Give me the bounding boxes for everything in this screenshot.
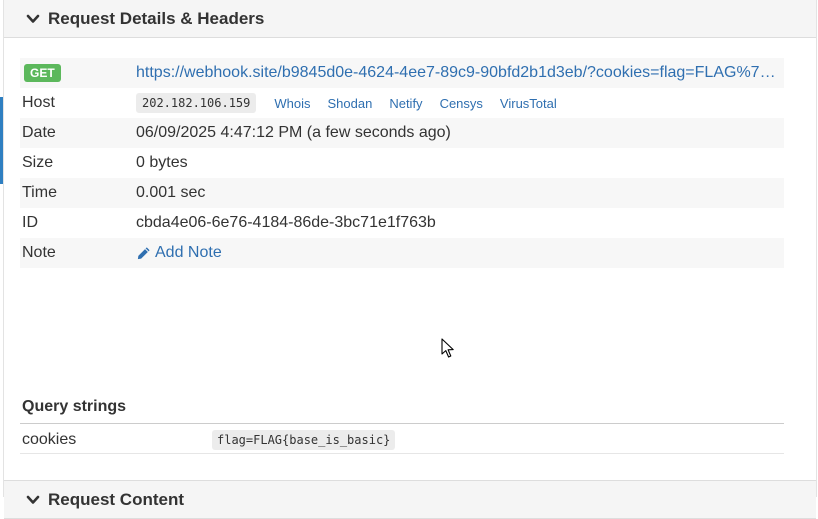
details-section-header[interactable]: Request Details & Headers bbox=[4, 0, 816, 38]
host-row: Host 202.182.106.159 Whois Shodan Netify… bbox=[20, 88, 784, 118]
query-strings-bottom-divider bbox=[20, 453, 784, 454]
chevron-down-icon bbox=[26, 493, 40, 507]
id-label: ID bbox=[22, 214, 38, 231]
panel-left-border bbox=[3, 0, 4, 497]
query-strings-heading: Query strings bbox=[22, 398, 127, 415]
query-string-row: cookies flag=FLAG{base_is_basic} bbox=[20, 427, 784, 453]
add-note-label: Add Note bbox=[155, 244, 222, 261]
virustotal-link[interactable]: VirusTotal bbox=[500, 96, 557, 111]
content-section-title: Request Content bbox=[48, 489, 184, 509]
id-value: cbda4e06-6e76-4184-86de-3bc71e1f763b bbox=[136, 214, 436, 231]
note-label: Note bbox=[22, 244, 56, 261]
query-strings-divider bbox=[20, 423, 784, 424]
query-string-value: flag=FLAG{base_is_basic} bbox=[212, 430, 396, 450]
netify-link[interactable]: Netify bbox=[389, 96, 422, 111]
time-value: 0.001 sec bbox=[136, 184, 206, 201]
chevron-down-icon bbox=[26, 12, 40, 26]
host-label: Host bbox=[22, 94, 55, 111]
time-row: Time 0.001 sec bbox=[20, 178, 784, 208]
content-section-header[interactable]: Request Content bbox=[4, 480, 816, 519]
time-label: Time bbox=[22, 184, 57, 201]
method-badge: GET bbox=[24, 64, 61, 82]
selection-accent-bar bbox=[0, 97, 3, 184]
size-row: Size 0 bytes bbox=[20, 148, 784, 178]
id-row: ID cbda4e06-6e76-4184-86de-3bc71e1f763b bbox=[20, 208, 784, 238]
size-value: 0 bytes bbox=[136, 154, 188, 171]
censys-link[interactable]: Censys bbox=[440, 96, 483, 111]
date-row: Date 06/09/2025 4:47:12 PM (a few second… bbox=[20, 118, 784, 148]
host-ip: 202.182.106.159 bbox=[136, 93, 257, 113]
request-url-row: GET https://webhook.site/b9845d0e-4624-4… bbox=[20, 58, 784, 88]
size-label: Size bbox=[22, 154, 54, 171]
panel-right-border bbox=[816, 0, 817, 497]
date-value: 06/09/2025 4:47:12 PM (a few seconds ago… bbox=[136, 124, 451, 141]
whois-link[interactable]: Whois bbox=[274, 96, 310, 111]
note-row: Note Add Note bbox=[20, 238, 784, 268]
query-string-key: cookies bbox=[22, 431, 77, 448]
pencil-icon bbox=[137, 246, 150, 259]
request-url-link[interactable]: https://webhook.site/b9845d0e-4624-4ee7-… bbox=[136, 64, 782, 82]
add-note-button[interactable]: Add Note bbox=[136, 244, 222, 262]
details-section-title: Request Details & Headers bbox=[48, 8, 265, 28]
mouse-pointer-icon bbox=[441, 338, 455, 364]
shodan-link[interactable]: Shodan bbox=[328, 96, 373, 111]
date-label: Date bbox=[22, 124, 56, 141]
